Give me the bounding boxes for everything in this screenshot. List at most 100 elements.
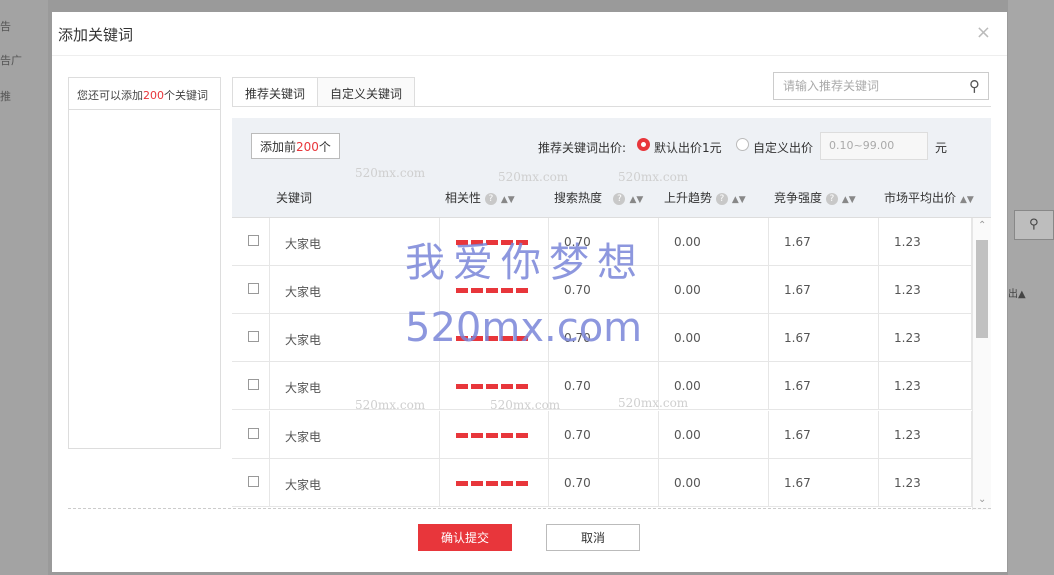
relevance-bar-segment <box>456 481 468 486</box>
custom-bid-radio[interactable] <box>736 138 749 151</box>
bid-unit: 元 <box>935 141 948 155</box>
help-icon[interactable]: ? <box>715 192 728 205</box>
header-relevance[interactable]: 相关性 ? ▲▼ <box>445 189 515 206</box>
keyword-cell: 大家电 <box>270 314 440 362</box>
relevance-bar-segment <box>516 336 528 341</box>
avg-bid-cell-text: 1.23 <box>894 235 921 249</box>
sort-icon[interactable]: ▲▼ <box>842 195 856 205</box>
competition-cell: 1.67 <box>769 314 879 362</box>
header-trend[interactable]: 上升趋势 ? ▲▼ <box>664 189 746 206</box>
modal-title: 添加关键词 <box>58 26 134 44</box>
keyword-cell-text: 大家电 <box>285 237 322 251</box>
background-side-item: 告广 <box>0 54 22 67</box>
add-button-prefix: 添加前 <box>260 140 297 154</box>
table-row[interactable]: 大家电 0.70 0.00 1.67 1.23 <box>232 218 972 266</box>
table-row[interactable]: 大家电 0.70 0.00 1.67 1.23 <box>232 362 972 410</box>
header-keyword: 关键词 <box>276 191 313 205</box>
table-row[interactable]: 大家电 0.70 0.00 1.67 1.23 <box>232 459 972 507</box>
background-sidebar: 告 告广 推 <box>0 0 48 575</box>
search-icon[interactable]: ⚲ <box>969 77 980 95</box>
trend-cell-text: 0.00 <box>674 476 701 490</box>
heat-cell: 0.70 <box>549 411 659 459</box>
avg-bid-cell: 1.23 <box>879 266 972 314</box>
trend-cell: 0.00 <box>659 362 769 410</box>
sort-icon[interactable]: ▲▼ <box>629 195 643 205</box>
relevance-bars <box>456 433 528 438</box>
relevance-bar-segment <box>516 481 528 486</box>
table-scrollbar[interactable]: ⌃ ⌄ <box>972 218 991 510</box>
relevance-bar-segment <box>486 433 498 438</box>
header-relevance-label: 相关性 <box>445 191 482 205</box>
custom-bid-label[interactable]: 自定义出价 <box>753 139 813 156</box>
keyword-cell: 大家电 <box>270 266 440 314</box>
row-checkbox[interactable] <box>248 235 259 246</box>
sort-icon[interactable]: ▲▼ <box>732 195 746 205</box>
background-right-area: 出▲ <box>1008 0 1054 575</box>
scroll-thumb[interactable] <box>976 240 988 338</box>
relevance-bar-segment <box>471 384 483 389</box>
row-checkbox[interactable] <box>248 476 259 487</box>
cancel-button[interactable]: 取消 <box>546 524 640 551</box>
heat-cell-text: 0.70 <box>564 379 591 393</box>
trend-cell-text: 0.00 <box>674 235 701 249</box>
close-icon[interactable]: × <box>976 22 991 43</box>
add-top-200-button[interactable]: 添加前200个 <box>251 133 340 159</box>
relevance-bar-segment <box>471 481 483 486</box>
relevance-bar-segment <box>516 384 528 389</box>
relevance-cell <box>440 314 549 362</box>
remaining-prefix: 您还可以添加 <box>77 89 143 102</box>
table-row[interactable]: 大家电 0.70 0.00 1.67 1.23 <box>232 266 972 314</box>
search-input[interactable] <box>774 73 954 99</box>
tab-recommended-keywords[interactable]: 推荐关键词 <box>232 77 319 107</box>
help-icon[interactable]: ? <box>613 192 626 205</box>
header-avg-bid[interactable]: 市场平均出价 ▲▼ <box>884 189 974 206</box>
relevance-bar-segment <box>486 240 498 245</box>
heat-cell: 0.70 <box>549 266 659 314</box>
header-search-heat[interactable]: 搜索热度 ? ▲▼ <box>554 189 643 206</box>
relevance-bar-segment <box>456 433 468 438</box>
help-icon[interactable]: ? <box>484 192 497 205</box>
add-button-suffix: 个 <box>318 140 331 154</box>
default-bid-label[interactable]: 默认出价1元 <box>654 139 722 156</box>
header-avg-bid-label: 市场平均出价 <box>884 191 957 205</box>
relevance-bar-segment <box>501 384 513 389</box>
remaining-keywords-label: 您还可以添加200个关键词 <box>69 78 220 110</box>
sort-icon[interactable]: ▲▼ <box>960 195 974 205</box>
header-search-heat-label: 搜索热度 <box>554 191 603 205</box>
custom-bid-input[interactable]: 0.10~99.00 <box>820 132 928 160</box>
trend-cell: 0.00 <box>659 459 769 507</box>
table-row[interactable]: 大家电 0.70 0.00 1.67 1.23 <box>232 411 972 459</box>
default-bid-radio[interactable] <box>637 138 650 151</box>
sort-icon[interactable]: ▲▼ <box>501 195 515 205</box>
keyword-cell-text: 大家电 <box>285 285 322 299</box>
header-competition[interactable]: 竞争强度 ? ▲▼ <box>774 189 856 206</box>
relevance-bar-segment <box>501 288 513 293</box>
checkbox-cell <box>232 266 270 314</box>
footer-divider <box>68 508 991 509</box>
row-checkbox[interactable] <box>248 428 259 439</box>
background-search-button: ⚲ <box>1014 210 1054 240</box>
relevance-bar-segment <box>501 336 513 341</box>
relevance-bar-segment <box>486 481 498 486</box>
keyword-cell: 大家电 <box>270 362 440 410</box>
confirm-submit-button[interactable]: 确认提交 <box>418 524 512 551</box>
avg-bid-cell-text: 1.23 <box>894 476 921 490</box>
trend-cell-text: 0.00 <box>674 379 701 393</box>
competition-cell-text: 1.67 <box>784 235 811 249</box>
help-icon[interactable]: ? <box>825 192 838 205</box>
background-side-item: 告 <box>0 20 11 33</box>
row-checkbox[interactable] <box>248 283 259 294</box>
scroll-up-icon[interactable]: ⌃ <box>978 220 986 231</box>
competition-cell-text: 1.67 <box>784 379 811 393</box>
competition-cell: 1.67 <box>769 218 879 266</box>
relevance-bar-segment <box>471 240 483 245</box>
avg-bid-cell: 1.23 <box>879 362 972 410</box>
row-checkbox[interactable] <box>248 379 259 390</box>
relevance-bars <box>456 240 528 245</box>
row-checkbox[interactable] <box>248 331 259 342</box>
relevance-bar-segment <box>471 336 483 341</box>
tab-custom-keywords[interactable]: 自定义关键词 <box>318 77 416 107</box>
modal-header: 添加关键词 × <box>52 12 1007 56</box>
scroll-down-icon[interactable]: ⌄ <box>978 494 986 505</box>
table-row[interactable]: 大家电 0.70 0.00 1.67 1.23 <box>232 314 972 362</box>
